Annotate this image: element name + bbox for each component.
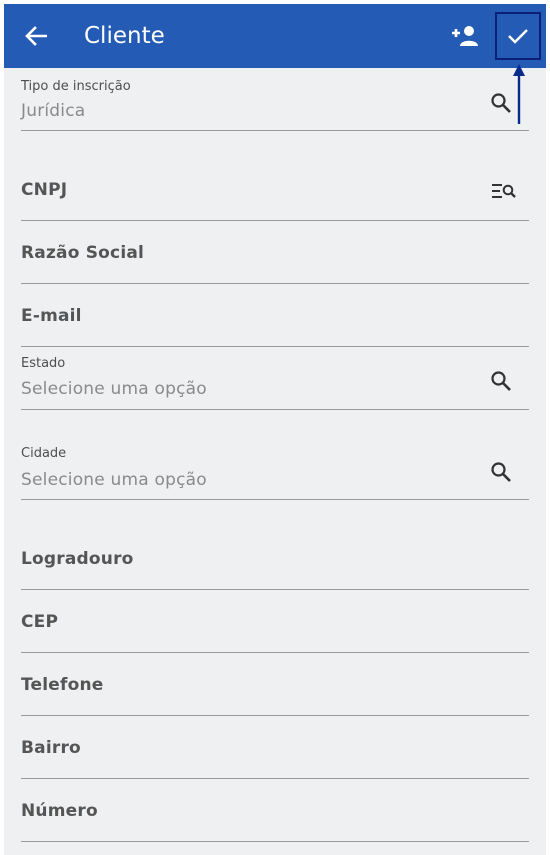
tipo-inscricao-value: Jurídica	[21, 101, 86, 121]
cep-field[interactable]: CEP	[21, 589, 529, 653]
cidade-label: Cidade	[21, 446, 67, 461]
cep-label: CEP	[21, 612, 59, 632]
email-field[interactable]: E-mail	[21, 283, 529, 347]
search-icon	[491, 93, 511, 113]
list-search-icon	[492, 184, 516, 198]
telefone-label: Telefone	[21, 675, 104, 695]
page-title: Cliente	[84, 23, 165, 49]
person-add-icon	[452, 26, 478, 46]
cidade-field[interactable]: Cidade Selecione uma opção	[21, 409, 529, 500]
tipo-inscricao-search-button[interactable]	[488, 90, 514, 116]
estado-search-button[interactable]	[488, 368, 514, 394]
razao-social-field[interactable]: Razão Social	[21, 220, 529, 284]
cnpj-label: CNPJ	[21, 180, 68, 200]
check-icon	[508, 29, 528, 44]
add-client-button[interactable]	[448, 21, 482, 51]
cidade-search-button[interactable]	[488, 459, 514, 485]
tipo-inscricao-field[interactable]: Tipo de inscrição Jurídica	[21, 68, 529, 131]
numero-field[interactable]: Número	[21, 778, 529, 842]
cidade-placeholder: Selecione uma opção	[21, 470, 207, 490]
telefone-field[interactable]: Telefone	[21, 652, 529, 716]
razao-social-label: Razão Social	[21, 243, 145, 263]
tipo-inscricao-label: Tipo de inscrição	[21, 79, 131, 94]
estado-label: Estado	[21, 356, 66, 371]
numero-label: Número	[21, 801, 98, 821]
estado-field[interactable]: Estado Selecione uma opção	[21, 346, 529, 410]
email-label: E-mail	[21, 306, 82, 326]
bairro-field[interactable]: Bairro	[21, 715, 529, 779]
logradouro-label: Logradouro	[21, 549, 134, 569]
bairro-label: Bairro	[21, 738, 81, 758]
search-icon	[491, 462, 511, 482]
cnpj-field[interactable]: CNPJ	[21, 130, 529, 221]
search-icon	[491, 371, 511, 391]
estado-placeholder: Selecione uma opção	[21, 379, 207, 399]
arrow-left-icon	[25, 26, 47, 46]
app-bar: Cliente	[4, 4, 546, 68]
logradouro-field[interactable]: Logradouro	[21, 499, 529, 590]
cnpj-lookup-button[interactable]	[491, 178, 517, 204]
back-button[interactable]	[22, 22, 50, 50]
confirm-button[interactable]	[495, 12, 541, 60]
screen: Cliente Tipo de inscrição Jurídica CNPJ …	[4, 4, 546, 855]
